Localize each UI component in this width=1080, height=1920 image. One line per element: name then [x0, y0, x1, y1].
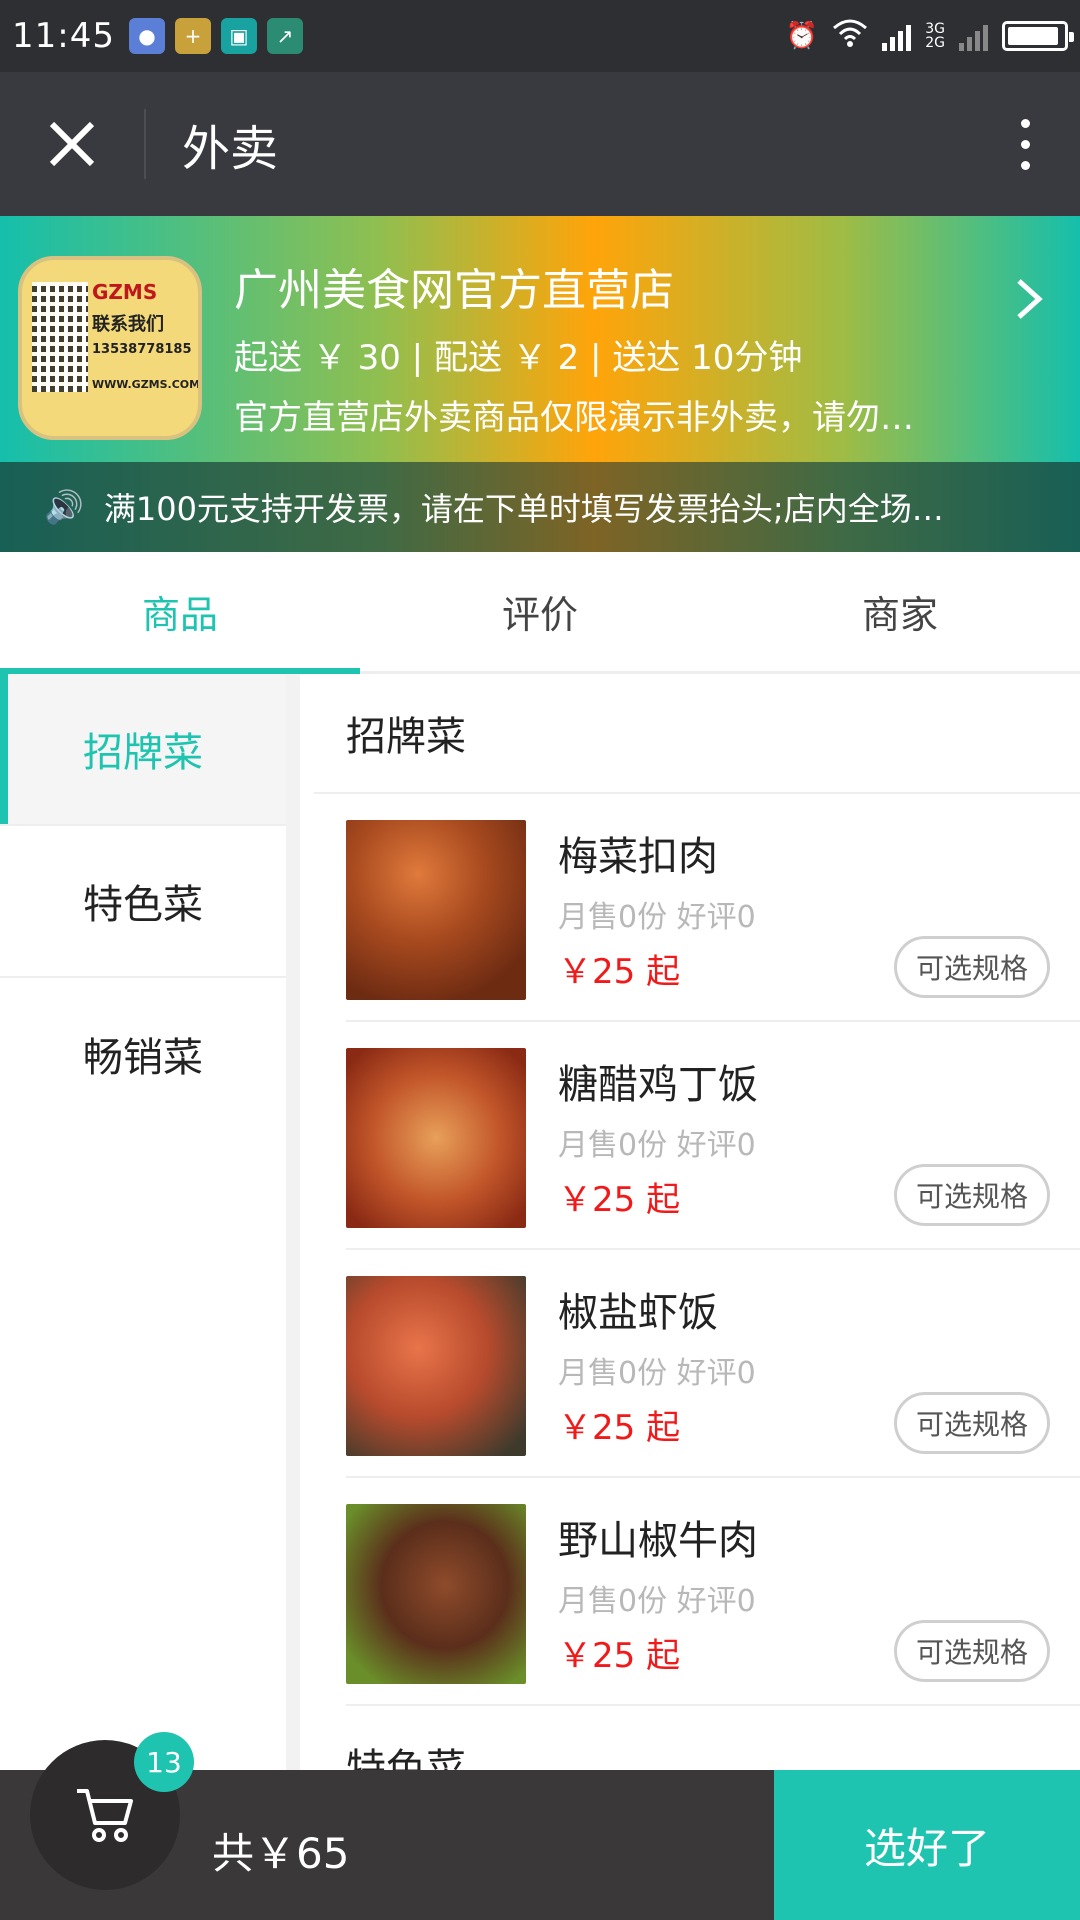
tab-reviews[interactable]: 评价	[360, 552, 720, 671]
product-price: ￥25 起	[558, 1636, 681, 1676]
product-name: 糖醋鸡丁饭	[558, 1062, 758, 1108]
wifi-icon	[832, 18, 868, 55]
product-name: 椒盐虾饭	[558, 1290, 718, 1336]
select-spec-button[interactable]: 可选规格	[894, 936, 1050, 998]
scan-app-icon: ▣	[220, 18, 257, 54]
product-image	[346, 1276, 526, 1456]
shop-delivery-info: 起送 ￥ 30 | 配送 ￥ 2 | 送达 10分钟	[234, 338, 803, 378]
tab-products[interactable]: 商品	[0, 552, 360, 674]
title-bar: 外卖	[0, 72, 1080, 216]
product-price: ￥25 起	[558, 1180, 681, 1220]
product-image	[346, 1048, 526, 1228]
select-spec-button[interactable]: 可选规格	[894, 1620, 1050, 1682]
more-dot	[1020, 160, 1030, 170]
category-sidebar: 招牌菜 特色菜 畅销菜	[0, 674, 300, 1920]
alarm-icon: ⏰	[785, 21, 819, 51]
notice-bar[interactable]: 🔊 满100元支持开发票，请在下单时填写发票抬头;店内全场…	[0, 462, 1080, 552]
product-name: 野山椒牛肉	[558, 1518, 758, 1564]
more-dot	[1020, 139, 1030, 149]
product-item[interactable]: 糖醋鸡丁饭 月售0份 好评0 ￥25 起 可选规格	[346, 1022, 1080, 1250]
shop-logo: GZMS 联系我们 13538778185 WWW.GZMS.COM	[18, 256, 202, 440]
product-image	[346, 1504, 526, 1684]
status-time: 11:45	[12, 16, 115, 56]
product-stats: 月售0份 好评0	[558, 1584, 756, 1619]
product-list[interactable]: 招牌菜 梅菜扣肉 月售0份 好评0 ￥25 起 可选规格 糖醋鸡丁饭 月售0份 …	[314, 674, 1080, 1920]
signal-secondary-icon	[959, 21, 988, 51]
section-title: 招牌菜	[314, 674, 1080, 794]
title-divider	[144, 109, 146, 179]
battery-icon	[1002, 21, 1074, 51]
product-item[interactable]: 椒盐虾饭 月售0份 好评0 ￥25 起 可选规格	[346, 1250, 1080, 1478]
network-type-top: 3G	[925, 21, 945, 37]
cart-count-badge: 13	[134, 1732, 194, 1792]
confirm-button[interactable]: 选好了	[774, 1770, 1080, 1920]
qr-code-overlay	[32, 282, 88, 392]
plus-app-icon: +	[174, 18, 211, 54]
close-icon	[49, 121, 95, 167]
category-bestseller[interactable]: 畅销菜	[0, 978, 286, 1130]
network-type-bottom: 2G	[925, 35, 945, 51]
notice-text: 满100元支持开发票，请在下单时填写发票抬头;店内全场…	[103, 490, 944, 528]
speaker-icon: 🔊	[44, 488, 84, 526]
product-stats: 月售0份 好评0	[558, 1356, 756, 1391]
product-price: ￥25 起	[558, 1408, 681, 1448]
product-stats: 月售0份 好评0	[558, 1128, 756, 1163]
network-type: 3G 2G	[925, 22, 945, 50]
more-dot	[1020, 118, 1030, 128]
chart-app-icon: ↗	[266, 18, 303, 54]
product-item[interactable]: 野山椒牛肉 月售0份 好评0 ￥25 起 可选规格	[346, 1478, 1080, 1706]
cart-total: 共￥65	[212, 1829, 350, 1878]
select-spec-button[interactable]: 可选规格	[894, 1164, 1050, 1226]
status-bar: 11:45 ● + ▣ ↗ ⏰ 3G 2G	[0, 0, 1080, 72]
cart-icon	[77, 1789, 133, 1842]
product-price: ￥25 起	[558, 952, 681, 992]
status-app-icons: ● + ▣ ↗	[128, 18, 303, 54]
logo-brand: GZMS	[92, 280, 158, 304]
signal-icon	[882, 21, 912, 51]
more-button[interactable]	[970, 72, 1080, 216]
chevron-right-icon[interactable]	[1014, 266, 1044, 336]
close-button[interactable]	[0, 72, 144, 216]
logo-line-2: 13538778185	[92, 342, 192, 357]
category-specialty[interactable]: 特色菜	[0, 826, 286, 978]
product-name: 梅菜扣肉	[558, 834, 718, 880]
product-item[interactable]: 梅菜扣肉 月售0份 好评0 ￥25 起 可选规格	[346, 794, 1080, 1022]
status-indicators: ⏰ 3G 2G	[785, 18, 1074, 55]
shop-description: 官方直营店外卖商品仅限演示非外卖，请勿…	[234, 398, 914, 438]
page-title: 外卖	[182, 121, 279, 177]
shop-header[interactable]: GZMS 联系我们 13538778185 WWW.GZMS.COM 广州美食网…	[0, 216, 1080, 462]
product-image	[346, 820, 526, 1000]
category-signature[interactable]: 招牌菜	[0, 674, 286, 826]
select-spec-button[interactable]: 可选规格	[894, 1392, 1050, 1454]
product-stats: 月售0份 好评0	[558, 900, 756, 935]
tab-bar: 商品 评价 商家	[0, 552, 1080, 674]
logo-line-3: WWW.GZMS.COM	[92, 378, 201, 391]
logo-line-1: 联系我们	[92, 314, 164, 335]
wechat-icon: ●	[128, 18, 165, 54]
tab-merchant[interactable]: 商家	[720, 552, 1080, 671]
shop-name: 广州美食网官方直营店	[234, 265, 674, 316]
